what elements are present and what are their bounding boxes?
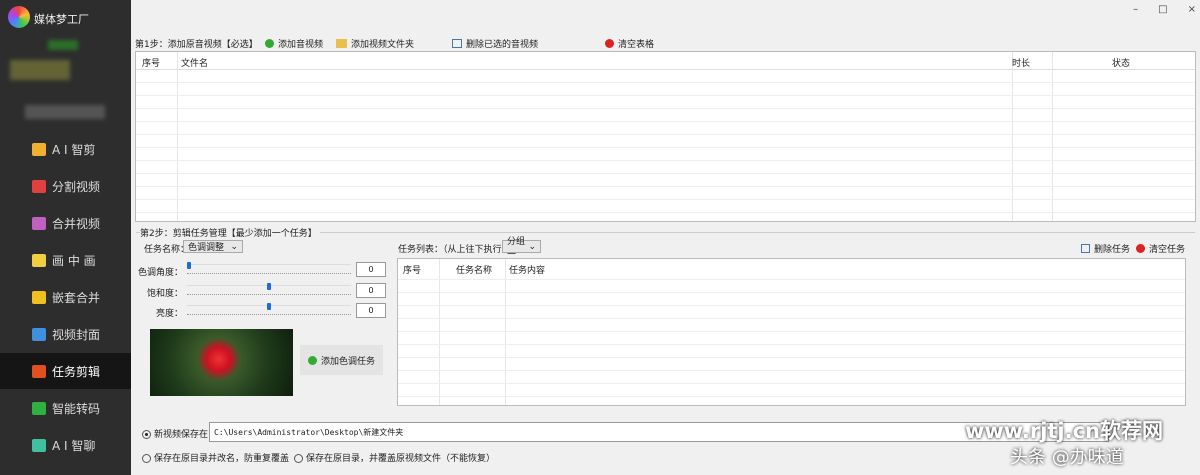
watermark-site: www.rjtj.cn软荐网 — [965, 419, 1164, 443]
file-table[interactable]: 序号 文件名 时长 状态 — [135, 51, 1196, 222]
delete-list-icon — [452, 39, 462, 48]
delete-list-icon — [1081, 244, 1090, 253]
maximize-button[interactable]: □ — [1158, 4, 1167, 15]
slider-value-input[interactable]: 0 — [356, 303, 386, 318]
col-index[interactable]: 序号 — [142, 56, 160, 69]
sidebar-item-8[interactable]: A I 智聊 — [0, 427, 131, 463]
col-task-name[interactable]: 任务名称 — [456, 263, 492, 276]
slider-2[interactable] — [187, 303, 351, 315]
sidebar-item-label: 智能转码 — [52, 401, 101, 416]
app-name: 媒体梦工厂 — [34, 13, 89, 26]
task-list-label: 任务列表：（从上往下执行） — [398, 245, 511, 255]
chevron-down-icon: ⌄ — [230, 241, 238, 252]
clear-icon — [605, 39, 614, 48]
sidebar-item-label: 合并视频 — [52, 216, 101, 231]
sidebar-item-label: A I 智聊 — [52, 438, 96, 453]
overwrite-radio[interactable]: 保存在原目录，并覆盖原视频文件（不能恢复） — [294, 451, 495, 464]
sidebar-item-1[interactable]: 分割视频 — [0, 168, 131, 204]
col-filename[interactable]: 文件名 — [181, 56, 208, 69]
sidebar-item-0[interactable]: A I 智剪 — [0, 131, 131, 167]
menu-icon — [32, 364, 46, 378]
menu-icon — [32, 216, 46, 230]
close-button[interactable]: × — [1188, 4, 1196, 15]
task-table[interactable]: 序号 任务名称 任务内容 — [397, 258, 1186, 406]
delete-selected-button[interactable]: 删除已选的音视频 — [452, 37, 538, 50]
sidebar-item-7[interactable]: 智能转码 — [0, 390, 131, 426]
menu-icon — [32, 438, 46, 452]
menu-icon — [32, 290, 46, 304]
slider-thumb[interactable] — [267, 303, 271, 310]
sidebar-item-6[interactable]: 任务剪辑 — [0, 353, 131, 389]
sidebar-item-label: 分割视频 — [52, 179, 101, 194]
slider-label: 饱和度： — [146, 288, 183, 299]
plus-circle-icon — [307, 355, 317, 365]
blurred-avatar — [48, 40, 78, 50]
task-name-select[interactable]: 色调调整 ⌄ — [183, 240, 243, 253]
col-task-content[interactable]: 任务内容 — [509, 263, 545, 276]
blurred-username — [10, 60, 70, 80]
col-index[interactable]: 序号 — [403, 263, 421, 276]
step1-label: 第1步：添加原音视频【必选】 — [135, 40, 258, 50]
slider-0[interactable] — [187, 262, 351, 274]
sidebar: 媒体梦工厂 A I 智剪 分割视频合并视频画 中 画嵌套合并视频封面任务剪辑智能转… — [0, 0, 131, 475]
sidebar-item-label: 任务剪辑 — [52, 364, 101, 379]
slider-label: 色调角度： — [137, 268, 183, 278]
slider-thumb[interactable] — [187, 262, 191, 269]
delete-task-button[interactable]: 删除任务 — [1081, 242, 1130, 255]
sidebar-item-2[interactable]: 合并视频 — [0, 205, 131, 241]
sidebar-item-label: 视频封面 — [52, 327, 101, 342]
menu-icon — [32, 253, 46, 267]
clear-icon — [1136, 244, 1145, 253]
sidebar-item-3[interactable]: 画 中 画 — [0, 242, 131, 278]
slider-1[interactable] — [187, 282, 351, 295]
app-logo — [8, 6, 30, 28]
rename-radio[interactable]: 保存在原目录并改名，防重复覆盖 — [142, 451, 289, 464]
plus-circle-icon — [265, 39, 274, 48]
blurred-info — [25, 105, 105, 119]
clear-table-button[interactable]: 清空表格 — [605, 37, 654, 50]
menu-icon — [32, 327, 46, 341]
menu-icon — [32, 401, 46, 415]
sidebar-item-label: 嵌套合并 — [52, 290, 101, 305]
slider-label: 亮度： — [155, 309, 183, 319]
watermark-author: 头条 @办味道 — [1010, 447, 1124, 468]
clear-tasks-button[interactable]: 清空任务 — [1136, 242, 1185, 255]
slider-value-input[interactable]: 0 — [356, 262, 386, 277]
col-duration[interactable]: 时长 — [1012, 56, 1030, 69]
add-tone-task-button[interactable]: 添加色调任务 — [300, 345, 383, 375]
group-select[interactable]: 分组一 ⌄ — [502, 237, 541, 260]
chevron-down-icon: ⌄ — [528, 241, 536, 252]
col-status[interactable]: 状态 — [1112, 56, 1130, 69]
new-path-radio[interactable]: 新视频保存在： — [142, 427, 217, 440]
menu-icon — [32, 142, 46, 156]
slider-value-input[interactable]: 0 — [356, 282, 386, 298]
slider-thumb[interactable] — [267, 282, 271, 290]
step2-label: 第2步：剪辑任务管理【最少添加一个任务】 — [140, 226, 320, 239]
sidebar-item-4[interactable]: 嵌套合并 — [0, 279, 131, 315]
sidebar-item-label: 画 中 画 — [52, 253, 96, 268]
preview-image — [150, 329, 293, 396]
window-controls: – □ × — [1133, 4, 1196, 15]
minimize-button[interactable]: – — [1133, 4, 1138, 15]
folder-icon — [336, 39, 347, 48]
add-folder-button[interactable]: 添加视频文件夹 — [336, 37, 414, 50]
menu-icon — [32, 179, 46, 193]
add-media-button[interactable]: 添加音视频 — [265, 37, 323, 50]
sidebar-item-label: A I 智剪 — [52, 142, 96, 157]
sidebar-item-5[interactable]: 视频封面 — [0, 316, 131, 352]
